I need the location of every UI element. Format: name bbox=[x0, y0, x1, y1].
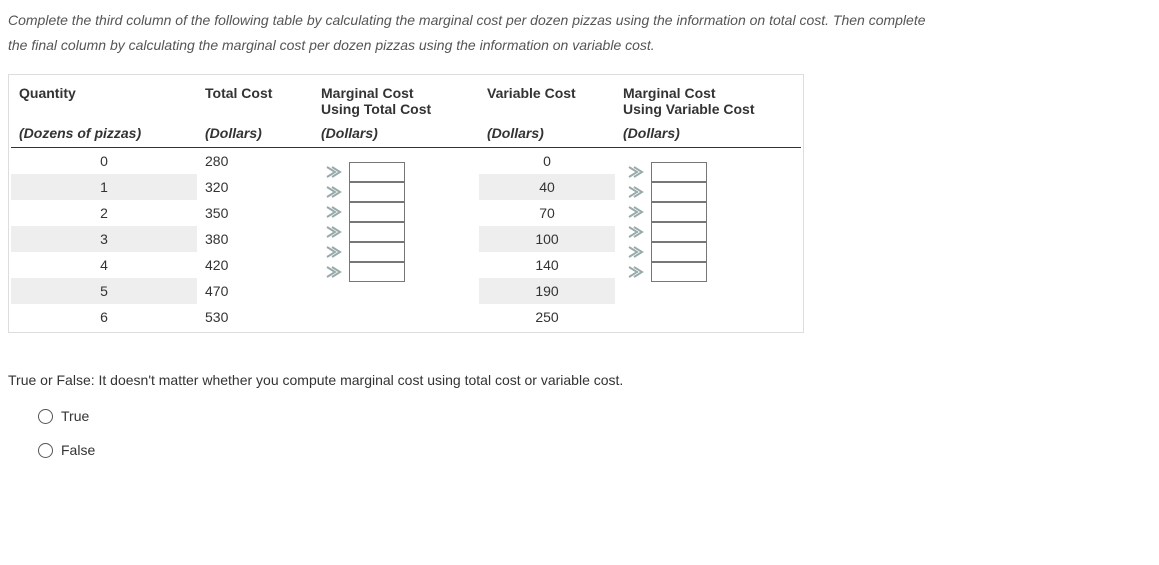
arrow-right-icon bbox=[627, 203, 645, 221]
header-mc-variable-b: Using Variable Cost bbox=[623, 101, 754, 117]
vc-cell: 40 bbox=[479, 174, 615, 200]
header-mc-total-a: Marginal Cost bbox=[321, 85, 414, 101]
mc-variable-slot bbox=[623, 182, 793, 202]
radio-icon bbox=[38, 409, 53, 424]
mc-total-input-2[interactable] bbox=[349, 182, 405, 202]
qty-cell: 0 bbox=[11, 148, 197, 175]
qty-cell: 3 bbox=[11, 226, 197, 252]
arrow-right-icon bbox=[325, 183, 343, 201]
mc-variable-slot bbox=[623, 202, 793, 222]
arrow-right-icon bbox=[325, 243, 343, 261]
mc-total-slot bbox=[321, 242, 471, 262]
unit-mc-variable: (Dollars) bbox=[615, 121, 801, 148]
arrow-right-icon bbox=[325, 263, 343, 281]
mc-total-input-5[interactable] bbox=[349, 242, 405, 262]
instructions: Complete the third column of the followi… bbox=[8, 8, 1151, 58]
radio-option-true[interactable]: True bbox=[38, 408, 1151, 424]
tc-cell: 530 bbox=[197, 304, 313, 330]
radio-icon bbox=[38, 443, 53, 458]
qty-cell: 2 bbox=[11, 200, 197, 226]
arrow-right-icon bbox=[627, 263, 645, 281]
arrow-right-icon bbox=[627, 163, 645, 181]
qty-cell: 6 bbox=[11, 304, 197, 330]
mc-variable-input-5[interactable] bbox=[651, 242, 707, 262]
true-false-question: True or False: It doesn't matter whether… bbox=[8, 372, 1151, 388]
header-mc-total: Marginal Cost Using Total Cost bbox=[313, 77, 479, 121]
mc-total-slot bbox=[321, 222, 471, 242]
mc-variable-input-3[interactable] bbox=[651, 202, 707, 222]
mc-variable-input-1[interactable] bbox=[651, 162, 707, 182]
unit-variable-cost: (Dollars) bbox=[479, 121, 615, 148]
tc-cell: 280 bbox=[197, 148, 313, 175]
tc-cell: 420 bbox=[197, 252, 313, 278]
vc-cell: 0 bbox=[479, 148, 615, 175]
mc-variable-slot bbox=[623, 162, 793, 182]
tc-cell: 380 bbox=[197, 226, 313, 252]
mc-variable-input-6[interactable] bbox=[651, 262, 707, 282]
true-false-options: True False bbox=[38, 408, 1151, 458]
mc-total-column bbox=[313, 148, 479, 331]
vc-cell: 140 bbox=[479, 252, 615, 278]
arrow-right-icon bbox=[627, 183, 645, 201]
vc-cell: 250 bbox=[479, 304, 615, 330]
unit-quantity: (Dozens of pizzas) bbox=[11, 121, 197, 148]
mc-variable-slot bbox=[623, 262, 793, 282]
arrow-right-icon bbox=[325, 163, 343, 181]
mc-total-input-6[interactable] bbox=[349, 262, 405, 282]
vc-cell: 190 bbox=[479, 278, 615, 304]
tc-cell: 320 bbox=[197, 174, 313, 200]
header-total-cost: Total Cost bbox=[197, 77, 313, 121]
mc-variable-input-2[interactable] bbox=[651, 182, 707, 202]
unit-total-cost: (Dollars) bbox=[197, 121, 313, 148]
arrow-right-icon bbox=[627, 243, 645, 261]
unit-mc-total: (Dollars) bbox=[313, 121, 479, 148]
mc-total-input-4[interactable] bbox=[349, 222, 405, 242]
tc-cell: 470 bbox=[197, 278, 313, 304]
mc-variable-column bbox=[615, 148, 801, 331]
instructions-line-2: the final column by calculating the marg… bbox=[8, 37, 655, 53]
mc-variable-slot bbox=[623, 242, 793, 262]
header-quantity: Quantity bbox=[11, 77, 197, 121]
header-variable-cost: Variable Cost bbox=[479, 77, 615, 121]
qty-cell: 1 bbox=[11, 174, 197, 200]
tc-cell: 350 bbox=[197, 200, 313, 226]
mc-total-slot bbox=[321, 162, 471, 182]
mc-total-input-3[interactable] bbox=[349, 202, 405, 222]
radio-label-true: True bbox=[61, 408, 89, 424]
header-mc-variable-a: Marginal Cost bbox=[623, 85, 716, 101]
mc-total-input-1[interactable] bbox=[349, 162, 405, 182]
instructions-line-1: Complete the third column of the followi… bbox=[8, 12, 926, 28]
mc-total-slot bbox=[321, 262, 471, 282]
header-mc-variable: Marginal Cost Using Variable Cost bbox=[615, 77, 801, 121]
arrow-right-icon bbox=[627, 223, 645, 241]
arrow-right-icon bbox=[325, 223, 343, 241]
mc-total-slot bbox=[321, 182, 471, 202]
radio-option-false[interactable]: False bbox=[38, 442, 1151, 458]
mc-total-slot bbox=[321, 202, 471, 222]
vc-cell: 70 bbox=[479, 200, 615, 226]
mc-variable-input-4[interactable] bbox=[651, 222, 707, 242]
mc-variable-slot bbox=[623, 222, 793, 242]
qty-cell: 4 bbox=[11, 252, 197, 278]
arrow-right-icon bbox=[325, 203, 343, 221]
qty-cell: 5 bbox=[11, 278, 197, 304]
cost-table: Quantity Total Cost Marginal Cost Using … bbox=[8, 74, 804, 333]
header-mc-total-b: Using Total Cost bbox=[321, 101, 431, 117]
radio-label-false: False bbox=[61, 442, 95, 458]
vc-cell: 100 bbox=[479, 226, 615, 252]
